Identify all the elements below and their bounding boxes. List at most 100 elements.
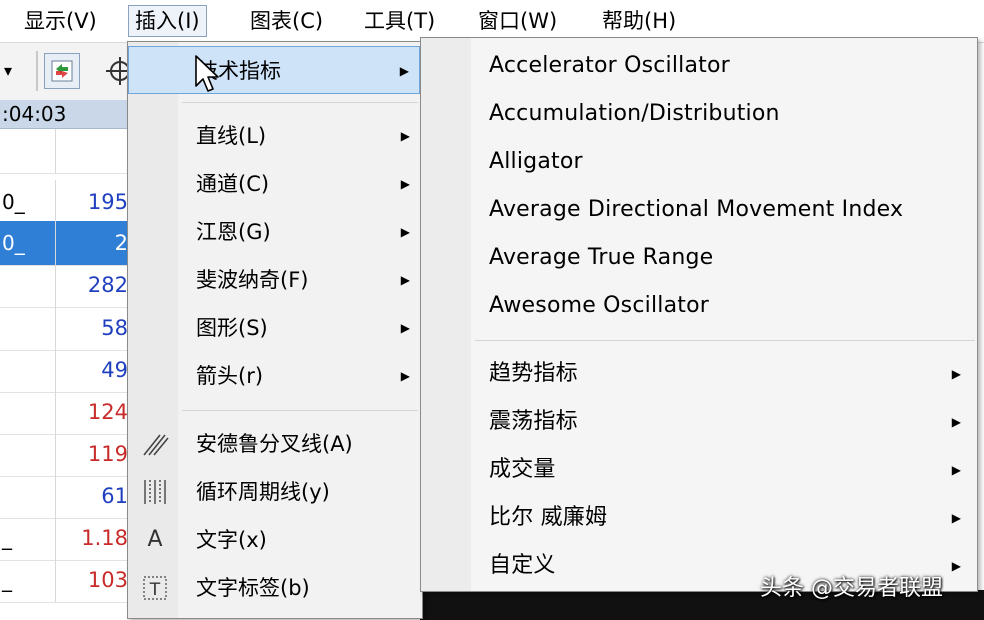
value-cell: 1.18 <box>81 526 128 550</box>
menu-item-label: Average True Range <box>489 245 714 270</box>
dropdown-arrow-icon[interactable]: ▾ <box>4 61 12 80</box>
menu-item-label: 安德鲁分叉线(A) <box>196 432 353 456</box>
market-watch-table: 0_ 195 0_ 2 282 58 49 124 119 61 _ 1.18 … <box>0 129 130 620</box>
value-cell: 282 <box>87 273 128 297</box>
menu-item-arrows[interactable]: 箭头(r) ▶ <box>128 352 420 400</box>
symbol-cell <box>0 390 56 434</box>
menu-item-oscillators[interactable]: 震荡指标 ▶ <box>421 398 975 446</box>
symbol-cell <box>0 129 56 173</box>
svg-text:T: T <box>149 580 161 600</box>
value-cell: 195 <box>87 190 128 214</box>
menu-item-accelerator-oscillator[interactable]: Accelerator Oscillator <box>421 42 975 90</box>
server-time: :04:03 <box>2 102 67 126</box>
menu-separator <box>182 410 418 411</box>
table-row[interactable]: 49 <box>0 348 130 393</box>
menu-item-label: 震荡指标 <box>489 409 578 434</box>
auto-trading-icon <box>51 60 73 82</box>
symbol-cell <box>0 263 56 307</box>
table-row[interactable]: 0_ 195 <box>0 180 130 225</box>
menu-window[interactable]: 窗口(W) <box>472 6 563 36</box>
indicators-submenu: Accelerator Oscillator Accumulation/Dist… <box>420 37 978 592</box>
symbol-cell <box>0 474 56 518</box>
menu-item-adx[interactable]: Average Directional Movement Index <box>421 186 975 234</box>
menu-item-label: 斐波纳奇(F) <box>196 268 309 292</box>
menu-item-text-label[interactable]: T 文字标签(b) <box>128 564 420 612</box>
submenu-arrow-icon: ▶ <box>400 177 410 191</box>
menu-insert[interactable]: 插入(I) <box>128 5 207 37</box>
menu-item-gann[interactable]: 江恩(G) ▶ <box>128 208 420 256</box>
watermark: 头条 @交易者联盟 <box>760 576 943 601</box>
table-row[interactable]: _ 1.18 <box>0 516 130 561</box>
menu-item-label: Average Directional Movement Index <box>489 197 904 222</box>
menu-item-label: 箭头(r) <box>196 364 264 388</box>
menu-item-label: 图形(S) <box>196 316 268 340</box>
menu-item-accumulation-distribution[interactable]: Accumulation/Distribution <box>421 90 975 138</box>
menu-item-volumes[interactable]: 成交量 ▶ <box>421 446 975 494</box>
auto-trading-button[interactable] <box>44 53 80 89</box>
menu-item-label: 趋势指标 <box>489 361 578 386</box>
menu-item-andrews-pitchfork[interactable]: 安德鲁分叉线(A) <box>128 420 420 468</box>
menu-item-technical-indicators[interactable]: 技术指标 ▶ <box>128 46 420 94</box>
submenu-arrow-icon: ▶ <box>951 367 961 381</box>
menu-help[interactable]: 帮助(H) <box>596 6 682 36</box>
value-cell: 61 <box>101 484 128 508</box>
menu-item-alligator[interactable]: Alligator <box>421 138 975 186</box>
table-row[interactable]: 58 <box>0 306 130 351</box>
symbol-cell <box>0 348 56 392</box>
submenu-arrow-icon: ▶ <box>951 559 961 573</box>
menu-item-lines[interactable]: 直线(L) ▶ <box>128 112 420 160</box>
menu-item-label: Awesome Oscillator <box>489 293 709 318</box>
table-row[interactable]: 61 <box>0 474 130 519</box>
value-cell: 103 <box>87 568 128 592</box>
menu-item-label: 比尔 威廉姆 <box>489 505 608 530</box>
value-cell: 2 <box>114 231 128 255</box>
mouse-cursor-icon <box>195 55 219 92</box>
menu-item-label: 成交量 <box>489 457 556 482</box>
menu-item-label: 循环周期线(y) <box>196 480 330 504</box>
menu-item-label: Accumulation/Distribution <box>489 101 780 126</box>
submenu-arrow-icon: ▶ <box>400 129 410 143</box>
menu-item-cycle-lines[interactable]: 循环周期线(y) <box>128 468 420 516</box>
menu-item-label: Alligator <box>489 149 583 174</box>
value-cell <box>57 129 130 173</box>
text-icon: A <box>147 527 163 552</box>
menu-item-text[interactable]: A 文字(x) <box>128 516 420 564</box>
submenu-arrow-icon: ▶ <box>400 369 410 383</box>
submenu-arrow-icon: ▶ <box>400 225 410 239</box>
cycle-lines-icon <box>140 477 170 507</box>
toolbar: ▾ <box>0 43 134 101</box>
table-row-selected[interactable]: 0_ 2 <box>0 221 130 266</box>
table-row[interactable]: 282 <box>0 263 130 308</box>
table-row[interactable] <box>0 129 130 174</box>
menu-view[interactable]: 显示(V) <box>18 6 103 36</box>
menu-charts[interactable]: 图表(C) <box>244 6 329 36</box>
menu-item-bill-williams[interactable]: 比尔 威廉姆 ▶ <box>421 494 975 542</box>
menu-item-label: 通道(C) <box>196 172 270 196</box>
andrews-pitchfork-icon <box>140 429 170 459</box>
menu-tools[interactable]: 工具(T) <box>358 6 441 36</box>
menu-item-label: 江恩(G) <box>196 220 271 244</box>
menu-separator <box>475 340 975 341</box>
menu-item-shapes[interactable]: 图形(S) ▶ <box>128 304 420 352</box>
menu-item-channels[interactable]: 通道(C) ▶ <box>128 160 420 208</box>
submenu-arrow-icon: ▶ <box>400 273 410 287</box>
table-row[interactable]: 124 <box>0 390 130 435</box>
menu-item-label: Accelerator Oscillator <box>489 53 730 78</box>
table-row[interactable]: 119 <box>0 432 130 477</box>
menu-item-atr[interactable]: Average True Range <box>421 234 975 282</box>
menu-item-label: 直线(L) <box>196 124 267 148</box>
submenu-arrow-icon: ▶ <box>951 511 961 525</box>
market-watch-time-bar: :04:03 <box>0 100 130 129</box>
insert-menu-dropdown: 技术指标 ▶ 直线(L) ▶ 通道(C) ▶ 江恩(G) ▶ 斐波纳奇(F) ▶… <box>127 41 423 619</box>
menu-item-fibonacci[interactable]: 斐波纳奇(F) ▶ <box>128 256 420 304</box>
menu-item-label: 文字(x) <box>196 528 267 552</box>
value-cell: 58 <box>101 316 128 340</box>
symbol-cell: 0_ <box>0 221 56 265</box>
table-row[interactable]: _ 103 <box>0 558 130 603</box>
menu-separator <box>182 102 418 103</box>
menu-item-trend-indicators[interactable]: 趋势指标 ▶ <box>421 350 975 398</box>
menu-item-awesome-oscillator[interactable]: Awesome Oscillator <box>421 282 975 330</box>
menu-item-label: 自定义 <box>489 553 556 578</box>
submenu-arrow-icon: ▶ <box>399 64 409 78</box>
symbol-cell: _ <box>0 558 56 602</box>
